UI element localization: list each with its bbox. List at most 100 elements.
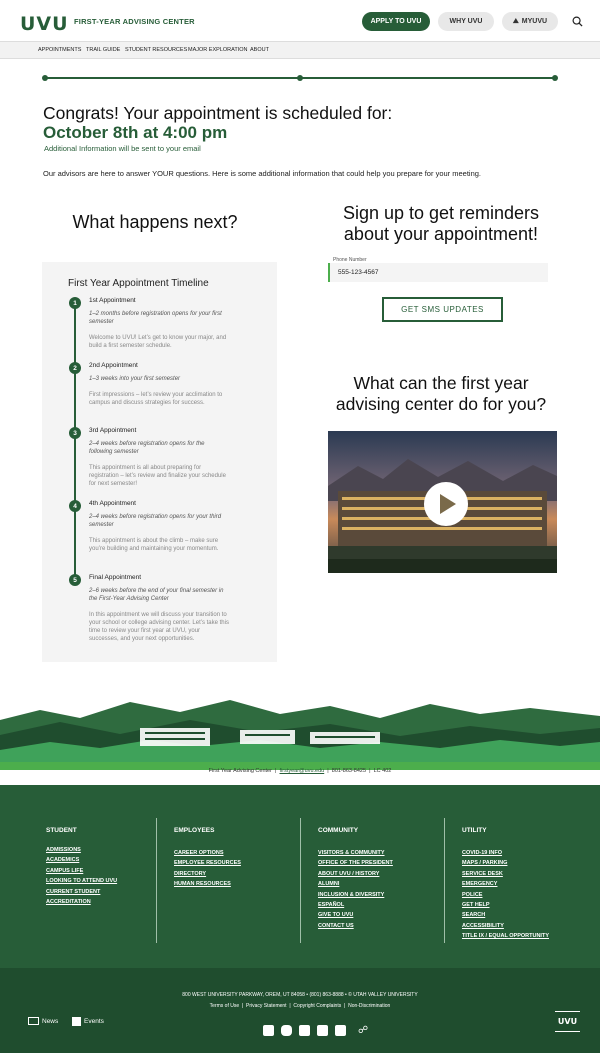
footer-link[interactable]: CONTACT US	[318, 921, 393, 931]
subnav-student-resources[interactable]: STUDENT RESOURCES	[125, 47, 187, 53]
linkedin-icon[interactable]	[263, 1025, 274, 1036]
step-desc: This appointment is all about preparing …	[89, 465, 226, 487]
subnav-about[interactable]: ABOUT	[250, 47, 269, 53]
footer-link[interactable]: SEARCH	[462, 910, 549, 920]
footer-heading-employees: EMPLOYEES	[174, 827, 215, 834]
footer-link[interactable]: INCLUSION & DIVERSITY	[318, 890, 393, 900]
footer-divider	[300, 818, 301, 943]
footer-link[interactable]: SERVICE DESK	[462, 869, 549, 879]
subnav-major-exploration[interactable]: MAJOR EXPLORATION	[188, 47, 248, 53]
phone-input[interactable]	[328, 263, 548, 282]
footer-link[interactable]: LOOKING TO ATTEND UVU	[46, 876, 117, 886]
step-number: 3	[69, 427, 81, 439]
footer-heading-student: STUDENT	[46, 827, 77, 834]
calendar-icon	[72, 1017, 81, 1026]
myuvu-button[interactable]: ⛰ MYUVU	[502, 12, 558, 31]
progress-dot	[297, 75, 303, 81]
step-desc: First impressions – let’s review your ac…	[89, 392, 223, 406]
footer-link[interactable]: ADMISSIONS	[46, 845, 117, 855]
contact-bar: First Year Advising Center | firstyear@u…	[208, 768, 392, 774]
mountain-landscape-illustration	[0, 700, 600, 770]
why-uvu-button[interactable]: WHY UVU	[438, 12, 494, 31]
uvu-logo[interactable]: UVU	[20, 13, 69, 35]
step-number: 2	[69, 362, 81, 374]
sms-updates-button[interactable]: GET SMS UPDATES	[382, 297, 503, 322]
footer-link[interactable]: MAPS / PARKING	[462, 858, 549, 868]
step-when: 1–2 months before registration opens for…	[89, 311, 222, 325]
subnav-trail-guide[interactable]: TRAIL GUIDE	[86, 47, 120, 53]
footer-divider	[156, 818, 157, 943]
site-title[interactable]: FIRST-YEAR ADVISING CENTER	[74, 17, 195, 26]
twitter-icon[interactable]	[335, 1025, 346, 1036]
subnav-appointments[interactable]: APPOINTMENTS	[38, 47, 81, 53]
footer-address: 800 WEST UNIVERSITY PARKWAY, OREM, UT 84…	[182, 992, 418, 998]
office-phone[interactable]: 801-863-8425	[332, 768, 366, 774]
footer-heading-community: COMMUNITY	[318, 827, 359, 834]
wolverine-icon[interactable]: ☍	[358, 1025, 371, 1036]
facebook-icon[interactable]	[299, 1025, 310, 1036]
intro-text: Our advisors are here to answer YOUR que…	[43, 169, 482, 178]
footer-link[interactable]: HUMAN RESOURCES	[174, 879, 241, 889]
video-heading: What can the first year advising center …	[335, 373, 547, 414]
step-when: 1–3 weeks into your first semester	[89, 376, 181, 382]
mountain-icon: ⛰	[512, 17, 519, 25]
footer-link[interactable]: ACADEMICS	[46, 855, 117, 865]
events-label: Events	[84, 1018, 104, 1025]
nondiscrimination-link[interactable]: Non-Discrimination	[348, 1003, 390, 1009]
search-icon[interactable]	[572, 16, 583, 27]
progress-dot	[552, 75, 558, 81]
news-link[interactable]: News	[28, 1017, 58, 1025]
footer-link[interactable]: GIVE TO UVU	[318, 910, 393, 920]
sms-heading: Sign up to get reminders about your appo…	[342, 203, 540, 244]
footer-links-employees: CAREER OPTIONS EMPLOYEE RESOURCES DIRECT…	[174, 848, 241, 890]
footer-link[interactable]: ALUMNI	[318, 879, 393, 889]
news-label: News	[42, 1017, 59, 1025]
footer-heading-utility: UTILITY	[462, 827, 487, 834]
step-when: 2–4 weeks before registration opens for …	[89, 514, 222, 528]
footer-link[interactable]: EMPLOYEE RESOURCES	[174, 858, 241, 868]
step-desc: This appointment is about the climb – ma…	[89, 538, 219, 552]
footer-link[interactable]: VISITORS & COMMUNITY	[318, 848, 393, 858]
footer-link[interactable]: ACCESSIBILITY	[462, 921, 549, 931]
footer-link[interactable]: TITLE IX / EQUAL OPPORTUNITY	[462, 931, 549, 941]
office-email[interactable]: firstyear@uvu.edu	[280, 768, 325, 774]
footer-divider	[444, 818, 445, 943]
footer-link[interactable]: CAREER OPTIONS	[174, 848, 241, 858]
footer-link[interactable]: ACCREDITATION	[46, 897, 117, 907]
step-number: 5	[69, 574, 81, 586]
footer-link[interactable]: GET HELP	[462, 900, 549, 910]
footer-link[interactable]: ABOUT UVU / HISTORY	[318, 869, 393, 879]
footer-links-utility: COVID-19 INFO MAPS / PARKING SERVICE DES…	[462, 848, 549, 942]
progress-dot	[42, 75, 48, 81]
step-title: 3rd Appointment	[89, 427, 137, 434]
step-desc: Welcome to UVU! Let’s get to know your m…	[89, 335, 227, 349]
footer-link[interactable]: DIRECTORY	[174, 869, 241, 879]
youtube-icon[interactable]	[317, 1025, 328, 1036]
what-next-heading: What happens next?	[72, 212, 238, 232]
appointment-date: October 8th at 4:00 pm	[43, 123, 228, 142]
step-title: 4th Appointment	[89, 500, 136, 507]
timeline-line	[74, 302, 76, 582]
footer-link[interactable]: EMERGENCY	[462, 879, 549, 889]
step-number: 1	[69, 297, 81, 309]
footer-link[interactable]: ESPAÑOL	[318, 900, 393, 910]
footer-link[interactable]: POLICE	[462, 890, 549, 900]
instagram-icon[interactable]	[281, 1025, 292, 1036]
office-name: First Year Advising Center	[208, 768, 272, 774]
newspaper-icon	[28, 1017, 39, 1025]
privacy-link[interactable]: Privacy Statement	[246, 1003, 287, 1009]
events-link[interactable]: Events	[72, 1017, 104, 1026]
footer-uvu-logo[interactable]: UVU	[555, 1011, 580, 1032]
footer-link[interactable]: COVID-19 INFO	[462, 848, 549, 858]
copyright-link[interactable]: Copyright Complaints	[293, 1003, 341, 1009]
footer-link[interactable]: CURRENT STUDENT	[46, 887, 117, 897]
office-room: LC 402	[373, 768, 392, 774]
terms-link[interactable]: Terms of Use	[210, 1003, 239, 1009]
step-number: 4	[69, 500, 81, 512]
step-title: 2nd Appointment	[89, 362, 138, 369]
footer-link[interactable]: OFFICE OF THE PRESIDENT	[318, 858, 393, 868]
additional-info: Additional Information will be sent to y…	[44, 144, 201, 153]
footer-bottom	[0, 968, 600, 1053]
footer-link[interactable]: CAMPUS LIFE	[46, 866, 117, 876]
apply-button[interactable]: APPLY TO UVU	[362, 12, 430, 31]
